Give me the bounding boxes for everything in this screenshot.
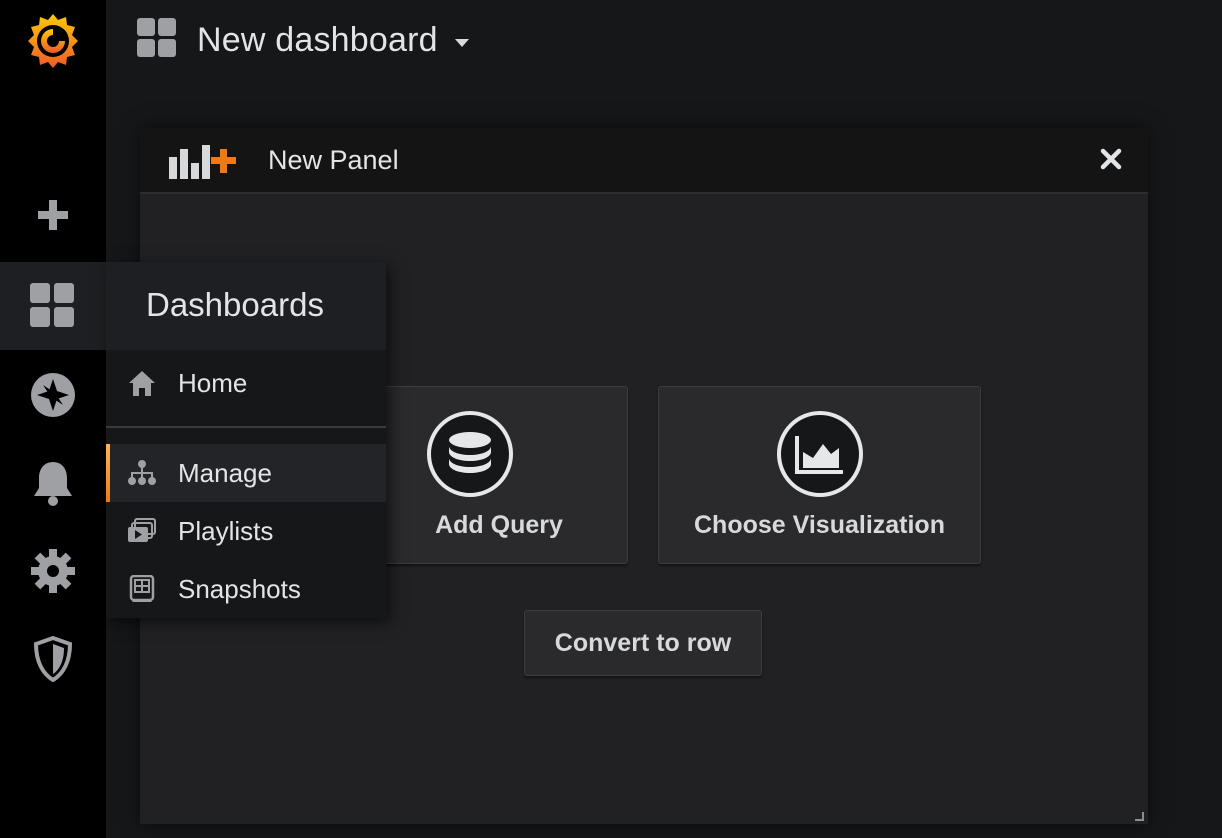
dashboard-grid-icon xyxy=(137,18,177,63)
database-icon xyxy=(427,411,513,497)
home-icon xyxy=(106,369,178,397)
dashboards-menu-title: Dashboards xyxy=(146,286,324,323)
playlist-icon xyxy=(106,518,178,544)
area-chart-icon xyxy=(777,411,863,497)
plus-icon[interactable] xyxy=(0,172,106,258)
add-panel-icon xyxy=(169,143,239,184)
add-query-button[interactable]: Add Query xyxy=(370,386,628,564)
gear-icon[interactable] xyxy=(0,528,106,614)
menu-item-label: Playlists xyxy=(178,515,274,546)
dashboards-menu-body: Home Manage Playlists Snapshots xyxy=(106,350,386,618)
shield-icon[interactable] xyxy=(0,616,106,702)
panel-title: New Panel xyxy=(268,145,399,175)
snapshot-icon xyxy=(106,575,178,603)
add-query-label: Add Query xyxy=(435,511,563,539)
sitemap-icon xyxy=(106,460,178,486)
menu-item-manage[interactable]: Manage xyxy=(106,444,386,502)
choose-visualization-button[interactable]: Choose Visualization xyxy=(658,386,981,564)
page-title: New dashboard xyxy=(197,21,438,59)
panel-header: New Panel xyxy=(140,128,1148,194)
resize-handle-icon[interactable] xyxy=(1134,808,1144,826)
menu-item-playlists[interactable]: Playlists xyxy=(106,502,386,560)
dashboards-menu-header[interactable]: Dashboards xyxy=(106,262,386,350)
menu-item-snapshots[interactable]: Snapshots xyxy=(106,560,386,618)
bell-icon[interactable] xyxy=(0,440,106,526)
menu-item-label: Home xyxy=(178,367,248,398)
dashboard-title-picker[interactable]: New dashboard xyxy=(137,18,470,63)
app-root: New dashboard New Panel Add Query Choose… xyxy=(0,0,1222,838)
menu-divider xyxy=(106,426,386,428)
close-icon[interactable] xyxy=(1098,146,1124,172)
dashboards-grid-icon[interactable] xyxy=(0,262,106,350)
dashboards-menu: Dashboards Home Manage Playlists Snapsho… xyxy=(106,262,386,618)
choose-visualization-label: Choose Visualization xyxy=(694,511,945,539)
menu-item-label: Manage xyxy=(178,457,272,488)
grafana-logo-icon[interactable] xyxy=(0,0,106,86)
menu-item-home[interactable]: Home xyxy=(106,354,386,412)
sidebar xyxy=(0,0,106,838)
caret-down-icon xyxy=(454,35,470,53)
explore-compass-icon[interactable] xyxy=(0,352,106,438)
menu-item-label: Snapshots xyxy=(178,573,301,604)
convert-to-row-button[interactable]: Convert to row xyxy=(524,610,762,676)
